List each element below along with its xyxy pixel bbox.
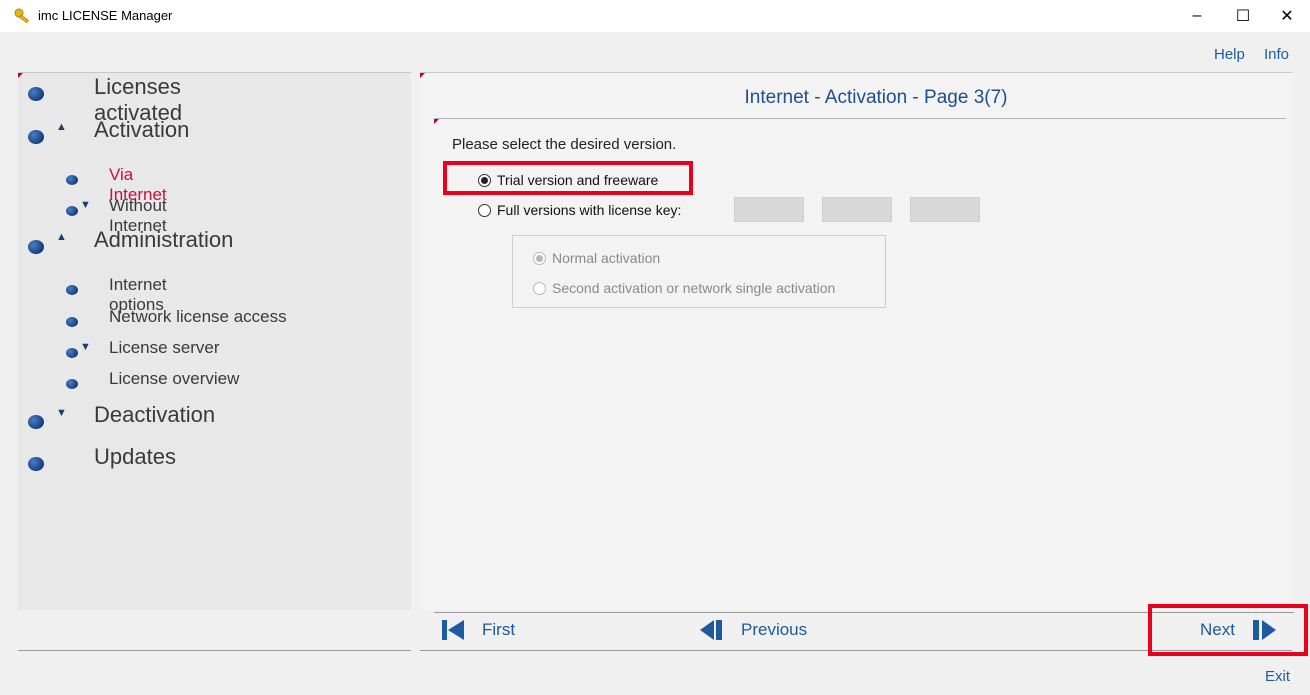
- first-label: First: [482, 620, 516, 639]
- bullet-icon: [28, 130, 44, 144]
- page-title: Internet - Activation - Page 3(7): [744, 87, 1008, 108]
- title-bar: imc LICENSE Manager – ☐ ✕: [0, 0, 1310, 32]
- sidebar-item-label: Administration: [94, 227, 234, 252]
- license-key-field-1[interactable]: [734, 197, 804, 222]
- sidebar-item-internet-options[interactable]: Internet options: [66, 275, 167, 314]
- sidebar-item-licenses-activated[interactable]: Licenses activated: [28, 74, 182, 125]
- radio-selected-icon[interactable]: [533, 251, 546, 265]
- maximize-button[interactable]: ☐: [1220, 0, 1266, 32]
- bullet-icon: [28, 415, 44, 429]
- second-activation-radio[interactable]: Second activation or network single acti…: [533, 280, 835, 296]
- full-version-radio[interactable]: Full versions with license key:: [478, 202, 681, 218]
- full-version-label: Full versions with license key:: [497, 202, 682, 218]
- window-title: imc LICENSE Manager: [38, 8, 173, 23]
- help-link[interactable]: Help: [1214, 46, 1245, 63]
- collapse-arrow-icon: ▲: [56, 231, 67, 243]
- corner-marker: [434, 119, 439, 124]
- minimize-button[interactable]: –: [1174, 0, 1220, 32]
- expand-arrow-icon: ▼: [80, 341, 91, 353]
- sidebar-item-without-internet[interactable]: ▼ Without Internet: [66, 196, 167, 235]
- sidebar-item-network-license-access[interactable]: Network license access: [66, 307, 287, 327]
- next-button-highlight: [1148, 604, 1308, 656]
- sidebar-item-deactivation[interactable]: ▼ Deactivation: [28, 402, 215, 429]
- expand-arrow-icon: ▼: [56, 407, 67, 419]
- second-activation-label: Second activation or network single acti…: [552, 280, 836, 296]
- bullet-icon: [28, 240, 44, 254]
- bullet-icon: [28, 457, 44, 471]
- previous-label: Previous: [741, 620, 808, 639]
- radio-unselected-icon[interactable]: [533, 281, 546, 295]
- bullet-icon: [66, 348, 78, 358]
- sidebar-item-label: License overview: [109, 369, 240, 388]
- sidebar-item-label: Updates: [94, 444, 176, 469]
- sidebar: Licenses activated ▲ Activation Via Inte…: [18, 72, 411, 610]
- sidebar-item-via-internet[interactable]: Via Internet: [66, 165, 167, 204]
- normal-activation-radio[interactable]: Normal activation: [533, 250, 660, 266]
- expand-arrow-icon: ▼: [80, 199, 91, 211]
- sidebar-item-updates[interactable]: Updates: [28, 444, 176, 471]
- bullet-icon: [28, 87, 44, 101]
- divider: [18, 650, 411, 651]
- divider: [434, 118, 1286, 119]
- bullet-icon: [66, 317, 78, 327]
- sidebar-item-administration[interactable]: ▲ Administration: [28, 227, 233, 254]
- bullet-icon: [66, 285, 78, 295]
- previous-page-icon: [700, 620, 722, 640]
- sidebar-item-label: License server: [109, 338, 220, 357]
- license-key-field-2[interactable]: [822, 197, 892, 222]
- bullet-icon: [66, 379, 78, 389]
- first-button[interactable]: First: [440, 618, 515, 642]
- previous-button[interactable]: Previous: [700, 618, 807, 642]
- sidebar-item-label: Deactivation: [94, 402, 216, 427]
- key-icon: [14, 8, 29, 24]
- sidebar-item-label: Activation: [94, 117, 190, 142]
- info-link[interactable]: Info: [1264, 46, 1289, 63]
- exit-link[interactable]: Exit: [1265, 668, 1290, 685]
- sidebar-item-license-server[interactable]: ▼ License server: [66, 338, 220, 358]
- first-page-icon: [442, 620, 464, 640]
- sidebar-item-activation[interactable]: ▲ Activation: [28, 117, 189, 144]
- radio-unselected-icon[interactable]: [478, 203, 491, 217]
- license-key-field-3[interactable]: [910, 197, 980, 222]
- normal-activation-label: Normal activation: [552, 250, 661, 266]
- collapse-arrow-icon: ▲: [56, 121, 67, 133]
- corner-marker: [18, 73, 23, 78]
- sidebar-item-license-overview[interactable]: License overview: [66, 369, 239, 389]
- corner-marker: [420, 73, 425, 78]
- bullet-icon: [66, 175, 78, 185]
- sidebar-item-label: Network license access: [109, 307, 287, 326]
- content-panel: Internet - Activation - Page 3(7) Please…: [420, 72, 1292, 610]
- close-button[interactable]: ✕: [1264, 0, 1310, 32]
- instruction-text: Please select the desired version.: [452, 136, 677, 153]
- bullet-icon: [66, 206, 78, 216]
- activation-type-group: Normal activation Second activation or n…: [512, 235, 886, 308]
- trial-option-highlight: [443, 161, 693, 195]
